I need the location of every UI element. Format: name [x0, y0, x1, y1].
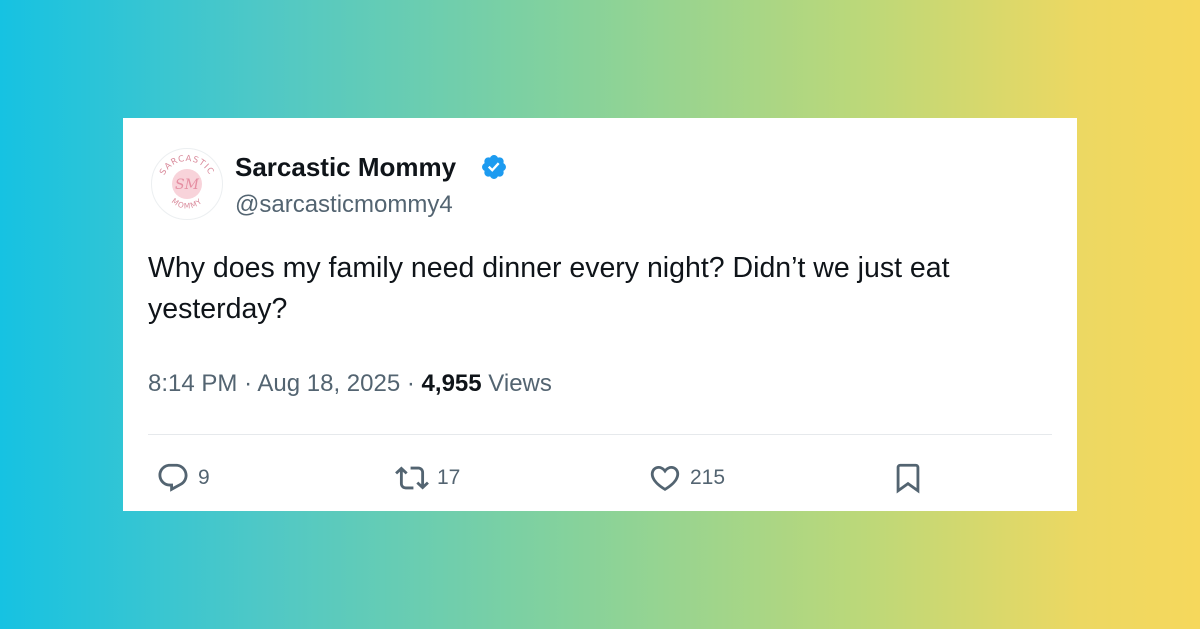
divider [148, 434, 1052, 435]
avatar-monogram: SM [175, 177, 200, 193]
bookmark-icon [896, 463, 920, 494]
meta-separator: · [244, 370, 253, 397]
bookmark-button[interactable] [891, 461, 925, 495]
views-count: 4,955 [421, 370, 482, 397]
author-display-name[interactable]: Sarcastic Mommy [235, 151, 456, 183]
tweet-time[interactable]: 8:14 PM [148, 370, 237, 397]
like-button[interactable]: 215 [648, 461, 725, 495]
repost-count: 17 [437, 466, 461, 489]
reply-icon [158, 463, 188, 492]
avatar[interactable]: SARCASTIC MOMMY SM [151, 148, 223, 220]
tweet-text: Why does my family need dinner every nig… [148, 252, 950, 325]
views-label: Views [488, 370, 552, 397]
avatar-logo: SARCASTIC MOMMY SM [158, 154, 215, 211]
tweet-card: SARCASTIC MOMMY SM Sarcastic Mommy @sarc… [123, 118, 1077, 511]
tweet-date[interactable]: Aug 18, 2025 [257, 370, 400, 397]
reply-button[interactable]: 9 [156, 461, 210, 495]
meta-separator: · [406, 370, 415, 397]
tweet-meta: 8:14 PM · Aug 18, 2025 · 4,955 Views [148, 368, 552, 400]
heart-icon [650, 465, 680, 491]
repost-icon [395, 466, 429, 490]
reply-count: 9 [198, 466, 210, 489]
verified-badge-icon[interactable] [480, 153, 508, 181]
repost-button[interactable]: 17 [395, 461, 460, 495]
author-handle[interactable]: @sarcasticmommy4 [235, 190, 453, 220]
like-count: 215 [690, 466, 726, 489]
